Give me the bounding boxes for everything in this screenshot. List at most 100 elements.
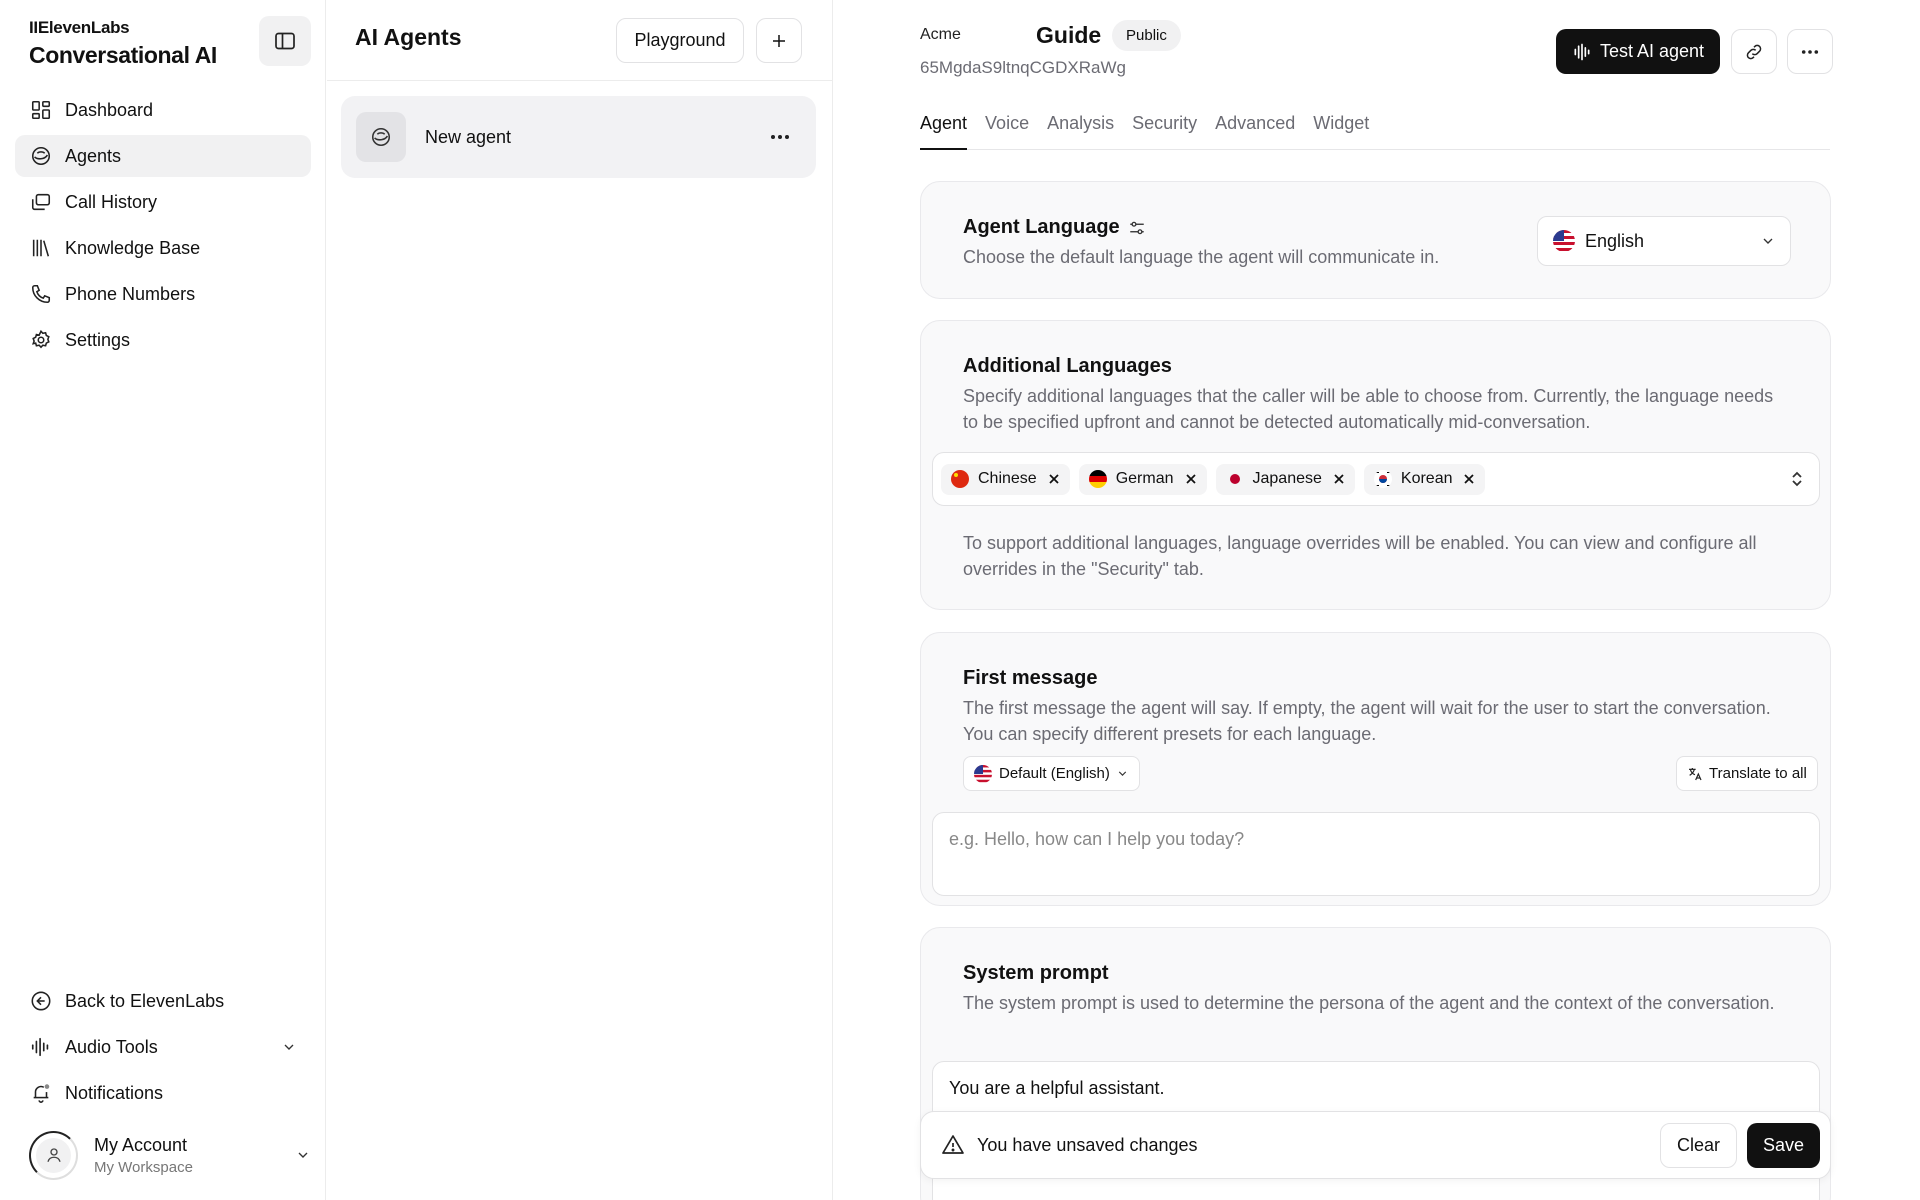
sidebar-item-label: Agents xyxy=(65,145,122,166)
more-options-button[interactable] xyxy=(1787,29,1833,74)
sidebar-bottom-nav: Back to ElevenLabs Audio Tools Notificat… xyxy=(15,980,311,1118)
sidebar-item-label: Notifications xyxy=(65,1082,164,1103)
agents-panel-title: AI Agents xyxy=(355,24,462,50)
dashboard-icon xyxy=(29,98,53,122)
chevron-up-down-icon xyxy=(1789,470,1805,488)
settings-sliders-icon xyxy=(1128,219,1146,237)
additional-languages-select[interactable]: Chinese German Japanese Korean xyxy=(932,452,1820,506)
playground-button[interactable]: Playground xyxy=(616,18,744,63)
agent-list-item[interactable]: New agent xyxy=(341,96,816,178)
language-preset-select[interactable]: Default (English) xyxy=(963,756,1140,791)
chevron-down-icon xyxy=(281,1039,297,1055)
remove-icon[interactable] xyxy=(1183,471,1199,487)
gear-icon xyxy=(29,328,53,352)
first-message-title: First message xyxy=(963,667,1098,689)
chevron-down-icon xyxy=(1760,233,1776,249)
sidebar-item-knowledge-base[interactable]: Knowledge Base xyxy=(15,227,311,269)
remove-icon[interactable] xyxy=(1046,471,1062,487)
back-to-elevenlabs-link[interactable]: Back to ElevenLabs xyxy=(15,980,311,1022)
agent-detail: Acme Guide Public 65MgdaS9ltnqCGDXRaWg T… xyxy=(834,0,1920,1200)
tab-advanced[interactable]: Advanced xyxy=(1215,110,1295,150)
brand: IIElevenLabs Conversational AI xyxy=(29,18,217,69)
account-name: My Account xyxy=(94,1134,188,1155)
chevron-down-icon xyxy=(1116,767,1129,780)
account-menu[interactable]: My Account My Workspace xyxy=(29,1129,311,1181)
more-options-icon xyxy=(1801,49,1819,55)
agents-icon xyxy=(29,144,53,168)
agents-panel-header: AI Agents Playground xyxy=(327,0,832,81)
sidebar-panel-icon xyxy=(273,29,297,53)
sidebar-item-call-history[interactable]: Call History xyxy=(15,181,311,223)
save-button[interactable]: Save xyxy=(1747,1122,1820,1168)
sidebar-item-label: Phone Numbers xyxy=(65,283,196,304)
us-flag-icon xyxy=(974,764,992,783)
sidebar-item-phone-numbers[interactable]: Phone Numbers xyxy=(15,273,311,315)
additional-languages-description: Specify additional languages that the ca… xyxy=(963,386,1774,432)
plus-icon xyxy=(770,32,788,50)
agents-panel: AI Agents Playground New agent xyxy=(327,0,833,1200)
tab-security[interactable]: Security xyxy=(1132,110,1197,150)
brand-logo-text: IIElevenLabs xyxy=(29,18,130,37)
system-prompt-description: The system prompt is used to determine t… xyxy=(963,993,1775,1013)
translate-icon xyxy=(1687,766,1703,782)
sidebar-item-label: Dashboard xyxy=(65,99,154,120)
agent-name: New agent xyxy=(425,126,512,147)
agent-language-description: Choose the default language the agent wi… xyxy=(963,247,1440,267)
sidebar-item-label: Call History xyxy=(65,191,158,212)
language-chip-chinese: Chinese xyxy=(941,463,1070,495)
sidebar-item-label: Back to ElevenLabs xyxy=(65,990,225,1011)
tab-widget[interactable]: Widget xyxy=(1313,110,1369,150)
tab-analysis[interactable]: Analysis xyxy=(1047,110,1114,150)
first-message-description: The first message the agent will say. If… xyxy=(963,698,1771,744)
system-prompt-title: System prompt xyxy=(963,962,1109,984)
test-ai-agent-button[interactable]: Test AI agent xyxy=(1556,29,1720,74)
japan-flag-icon xyxy=(1225,470,1244,488)
sidebar-item-notifications[interactable]: Notifications xyxy=(15,1072,311,1114)
remove-icon[interactable] xyxy=(1331,471,1347,487)
back-arrow-icon xyxy=(29,989,53,1013)
test-ai-agent-label: Test AI agent xyxy=(1599,41,1705,61)
agent-language-select[interactable]: English xyxy=(1537,216,1791,266)
first-message-card: First message The first message the agen… xyxy=(920,632,1831,906)
germany-flag-icon xyxy=(1088,470,1107,488)
link-icon xyxy=(1744,42,1764,62)
audio-waveform-icon xyxy=(29,1035,53,1059)
copy-link-button[interactable] xyxy=(1731,29,1777,74)
agent-title: Guide xyxy=(1036,22,1102,48)
sidebar-item-settings[interactable]: Settings xyxy=(15,319,311,361)
tab-voice[interactable]: Voice xyxy=(985,110,1029,150)
language-preset-label: Default (English) xyxy=(999,765,1110,782)
china-flag-icon xyxy=(951,470,969,488)
sidebar-toggle-button[interactable] xyxy=(259,16,311,66)
audio-waveform-icon xyxy=(1572,42,1600,62)
sidebar-item-audio-tools[interactable]: Audio Tools xyxy=(15,1026,311,1068)
sidebar-nav: Dashboard Agents Call History Knowledge … xyxy=(15,89,311,365)
unsaved-changes-message: You have unsaved changes xyxy=(977,1134,1198,1155)
clear-button[interactable]: Clear xyxy=(1660,1122,1737,1168)
add-agent-button[interactable] xyxy=(756,18,802,63)
remove-icon[interactable] xyxy=(1461,471,1477,487)
warning-icon xyxy=(941,1133,965,1157)
agent-language-title: Agent Language xyxy=(963,216,1146,239)
first-message-input[interactable]: e.g. Hello, how can I help you today? xyxy=(932,812,1820,896)
sidebar-item-agents[interactable]: Agents xyxy=(15,135,311,177)
knowledge-base-icon xyxy=(29,236,53,260)
phone-icon xyxy=(29,282,53,306)
additional-languages-card: Additional Languages Specify additional … xyxy=(920,320,1831,610)
agent-language-card: Agent Language Choose the default langua… xyxy=(920,181,1831,299)
avatar xyxy=(29,1130,78,1180)
additional-languages-title: Additional Languages xyxy=(963,355,1172,377)
tab-bar: Agent Voice Analysis Security Advanced W… xyxy=(920,110,1830,150)
us-flag-icon xyxy=(1553,230,1575,252)
more-options-icon[interactable] xyxy=(768,125,792,149)
sidebar-item-dashboard[interactable]: Dashboard xyxy=(15,89,311,131)
language-chip-korean: Korean xyxy=(1363,463,1486,495)
language-chip-japanese: Japanese xyxy=(1215,463,1355,495)
tab-agent[interactable]: Agent xyxy=(920,110,968,150)
brand-title: Conversational AI xyxy=(29,42,217,68)
chevron-down-icon xyxy=(295,1147,311,1163)
agent-icon xyxy=(356,112,406,162)
translate-to-all-button[interactable]: Translate to all xyxy=(1676,756,1818,791)
additional-languages-note: To support additional languages, languag… xyxy=(963,533,1757,579)
sidebar-item-label: Audio Tools xyxy=(65,1036,158,1057)
